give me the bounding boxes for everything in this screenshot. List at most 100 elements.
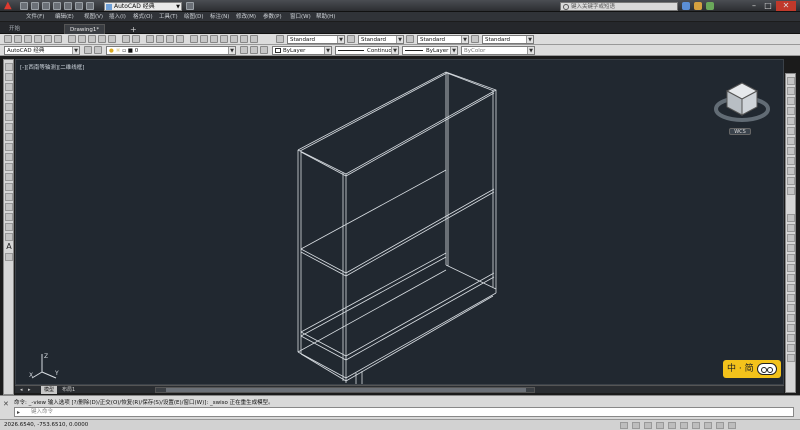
sheet-set-icon[interactable] — [220, 35, 228, 43]
block-editor-icon[interactable] — [108, 35, 116, 43]
arc-icon[interactable] — [5, 113, 13, 121]
chamfer-icon[interactable] — [787, 234, 795, 242]
preview-icon[interactable] — [44, 35, 52, 43]
design-center-icon[interactable] — [200, 35, 208, 43]
customization-icon[interactable] — [728, 422, 736, 429]
wcs-menu-button[interactable]: WCS — [729, 128, 751, 135]
break-icon[interactable] — [787, 214, 795, 222]
clean-screen-icon[interactable] — [716, 422, 724, 429]
horizontal-scrollbar[interactable] — [155, 387, 535, 393]
plot-icon[interactable] — [34, 35, 42, 43]
new-tab-icon[interactable]: + — [130, 25, 137, 34]
save-icon[interactable] — [42, 2, 50, 10]
move-icon[interactable] — [787, 127, 795, 135]
ellipse-arc-icon[interactable] — [5, 163, 13, 171]
redo-icon[interactable] — [86, 2, 94, 10]
gear-icon[interactable] — [84, 46, 92, 54]
hatch-icon[interactable] — [5, 203, 13, 211]
view-iso-icon[interactable] — [787, 344, 795, 352]
open-file-icon[interactable] — [31, 2, 39, 10]
point-icon[interactable] — [5, 193, 13, 201]
text-style-select[interactable]: Standard ▼ — [287, 35, 345, 44]
help-search-input[interactable]: 键入关键字或短语 — [560, 2, 678, 11]
new-file-icon[interactable] — [20, 2, 28, 10]
properties-icon[interactable] — [190, 35, 198, 43]
copy-object-icon[interactable] — [787, 87, 795, 95]
spline-icon[interactable] — [5, 143, 13, 151]
quick-view-icon[interactable] — [632, 422, 640, 429]
paste-icon[interactable] — [88, 35, 96, 43]
construction-line-icon[interactable] — [5, 73, 13, 81]
hardware-acceleration-icon[interactable] — [692, 422, 700, 429]
exchange-icon[interactable] — [694, 2, 702, 10]
ellipse-icon[interactable] — [5, 153, 13, 161]
line-icon[interactable] — [5, 63, 13, 71]
make-block-icon[interactable] — [5, 183, 13, 191]
mleader-style-select[interactable]: Standard ▼ — [482, 35, 534, 44]
table-icon[interactable] — [5, 233, 13, 241]
workspace-select[interactable]: AutoCAD 经典 ▼ — [4, 46, 80, 55]
ucs-world-icon[interactable] — [787, 284, 795, 292]
save-as-icon[interactable] — [53, 2, 61, 10]
layer-select[interactable]: ● ☼ ▫ ■ 0 ▼ — [106, 46, 236, 55]
menu-edit[interactable]: 编辑(E) — [55, 13, 74, 21]
menu-window[interactable]: 窗口(W) — [290, 13, 311, 21]
model-space-icon[interactable] — [620, 422, 628, 429]
viewcube-icon[interactable] — [712, 75, 772, 135]
minimize-button[interactable]: – — [748, 1, 760, 11]
ucs-icon[interactable] — [787, 274, 795, 282]
rectangle-icon[interactable] — [5, 103, 13, 111]
add-selected-icon[interactable] — [5, 253, 13, 261]
lock-ui-icon[interactable] — [680, 422, 688, 429]
annotation-scale-icon[interactable] — [644, 422, 652, 429]
view-left-icon[interactable] — [787, 334, 795, 342]
first-tab-icon[interactable]: ◂ — [17, 386, 25, 394]
break-at-point-icon[interactable] — [787, 187, 795, 195]
lineweight-select[interactable]: ByLayer ▼ — [402, 46, 458, 55]
customize-qat-icon[interactable] — [186, 2, 194, 10]
calculator-icon[interactable] — [240, 35, 248, 43]
workspace-select[interactable]: AutoCAD 经典 ▼ — [104, 2, 182, 11]
menu-file[interactable]: 文件(F) — [26, 13, 44, 21]
color-select[interactable]: ByLayer ▼ — [272, 46, 332, 55]
pan-icon[interactable] — [146, 35, 154, 43]
dim-style-select[interactable]: Standard ▼ — [358, 35, 404, 44]
autocad-logo-icon[interactable]: ▲ — [4, 1, 14, 11]
join-icon[interactable] — [787, 224, 795, 232]
trim-icon[interactable] — [787, 167, 795, 175]
tab-drawing[interactable]: Drawing1* — [64, 24, 106, 34]
view-front-icon[interactable] — [787, 324, 795, 332]
help-icon[interactable] — [706, 2, 714, 10]
publish-icon[interactable] — [54, 35, 62, 43]
zoom-previous-icon[interactable] — [176, 35, 184, 43]
close-button[interactable]: ✕ — [776, 1, 796, 11]
layer-properties-icon[interactable] — [94, 46, 102, 54]
multiline-text-icon[interactable]: A — [5, 243, 13, 251]
menu-tools[interactable]: 工具(T) — [159, 13, 178, 21]
stretch-icon[interactable] — [787, 157, 795, 165]
save-icon[interactable] — [24, 35, 32, 43]
scrollbar-thumb[interactable] — [166, 388, 526, 392]
orbit-icon[interactable] — [787, 354, 795, 362]
menu-format[interactable]: 格式(O) — [133, 13, 153, 21]
last-tab-icon[interactable]: ▸ — [25, 386, 33, 394]
explode-icon[interactable] — [787, 264, 795, 272]
ucs-3point-icon[interactable] — [787, 304, 795, 312]
layer-states-icon[interactable] — [260, 46, 268, 54]
layer-previous-icon[interactable] — [250, 46, 258, 54]
region-icon[interactable] — [5, 223, 13, 231]
print-icon[interactable] — [64, 2, 72, 10]
scale-icon[interactable] — [787, 147, 795, 155]
tool-palettes-icon[interactable] — [210, 35, 218, 43]
erase-icon[interactable] — [787, 77, 795, 85]
mirror-icon[interactable] — [787, 97, 795, 105]
ucs-origin-icon[interactable] — [787, 294, 795, 302]
isolate-objects-icon[interactable] — [704, 422, 712, 429]
match-properties-icon[interactable] — [98, 35, 106, 43]
offset-icon[interactable] — [787, 107, 795, 115]
sign-in-icon[interactable] — [682, 2, 690, 10]
tab-start[interactable]: 开始 — [4, 24, 25, 34]
close-icon[interactable]: ✕ — [3, 400, 11, 408]
ime-toolbar[interactable]: 中 · 简 — [723, 360, 781, 378]
workspace-switch-icon[interactable] — [668, 422, 676, 429]
